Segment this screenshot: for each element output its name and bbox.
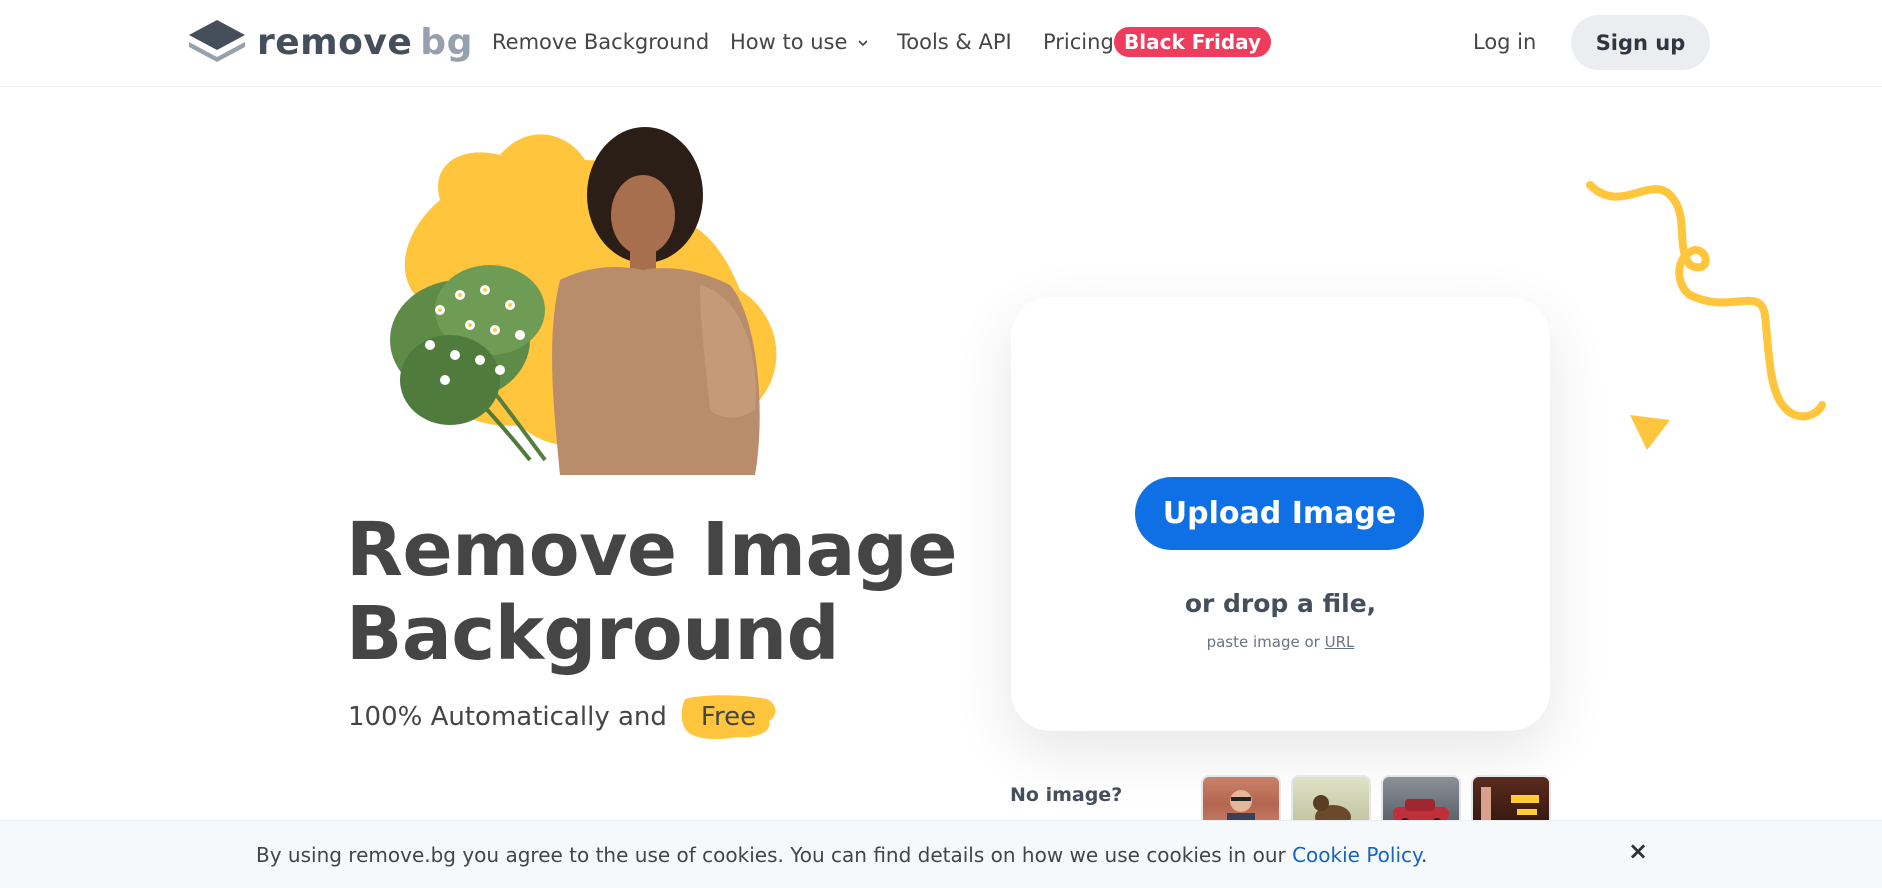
decorative-squiggle	[1586, 181, 1826, 450]
free-label: Free	[700, 702, 757, 732]
logo-icon	[189, 20, 245, 62]
url-link[interactable]: URL	[1325, 633, 1355, 651]
hero-subtitle-text: 100% Automatically and	[348, 702, 667, 732]
signup-button[interactable]: Sign up	[1571, 15, 1710, 70]
close-icon[interactable]: ×	[1626, 837, 1650, 865]
chevron-down-icon	[858, 40, 868, 47]
top-navbar: remove bg Remove Background How to use To…	[0, 0, 1882, 87]
cookie-suffix: .	[1421, 843, 1428, 867]
logo-text: remove bg	[257, 22, 473, 63]
hero-subtitle: 100% Automatically and Free	[348, 695, 776, 740]
paste-hint-text: paste image or	[1206, 633, 1320, 651]
nav-pricing[interactable]: Pricing	[1043, 28, 1114, 56]
upload-image-button[interactable]: Upload Image	[1135, 477, 1424, 550]
logo[interactable]: remove bg	[189, 20, 473, 64]
nav-tools-api[interactable]: Tools & API	[897, 28, 1012, 56]
nav-how-to-use-label: How to use	[730, 30, 848, 54]
hero-illustration	[390, 127, 777, 475]
drop-file-text: or drop a file,	[1184, 589, 1377, 618]
cookie-message: By using remove.bg you agree to the use …	[256, 843, 1427, 867]
cookie-text: By using remove.bg you agree to the use …	[256, 843, 1286, 867]
paste-hint: paste image or URL	[1011, 633, 1550, 651]
free-highlight: Free	[681, 695, 776, 740]
cookie-banner: By using remove.bg you agree to the use …	[0, 820, 1882, 888]
hero-title-line1: Remove Image	[346, 507, 958, 593]
logo-text-sub: bg	[420, 21, 473, 63]
bouquet	[390, 265, 547, 462]
cookie-policy-link[interactable]: Cookie Policy	[1292, 843, 1421, 867]
no-image-label: No image?	[1010, 784, 1123, 806]
logo-text-main: remove	[257, 21, 413, 63]
upload-dropzone[interactable]: Upload Image or drop a file, paste image…	[1011, 297, 1550, 731]
hero-title: Remove Image Background	[346, 507, 958, 677]
nav-remove-background[interactable]: Remove Background	[492, 28, 709, 56]
nav-how-to-use[interactable]: How to use	[730, 28, 868, 56]
hero-title-line2: Background	[346, 591, 840, 677]
login-link[interactable]: Log in	[1473, 28, 1536, 56]
black-friday-badge[interactable]: Black Friday	[1114, 27, 1272, 57]
